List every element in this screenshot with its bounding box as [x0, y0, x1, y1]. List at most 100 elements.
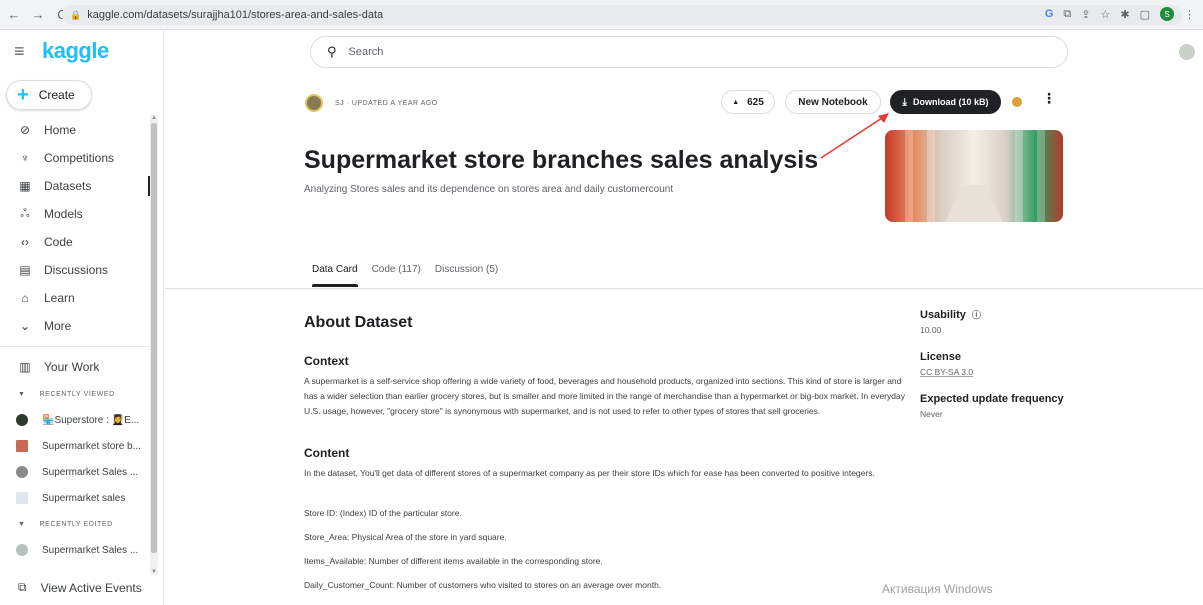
- dataset-thumbnail: [16, 466, 28, 478]
- caret-down-icon: ▼: [18, 390, 26, 398]
- tab-data-card[interactable]: Data Card: [312, 264, 358, 287]
- code-icon: ‹›: [21, 235, 29, 249]
- scrollbar-thumb[interactable]: [151, 123, 157, 553]
- models-icon: ஃ: [20, 206, 30, 220]
- daily-customer-text: Daily_Customer_Count: Number of customer…: [304, 580, 662, 590]
- graduation-cap-icon: ⌂: [21, 291, 29, 305]
- section-label: RECENTLY VIEWED: [39, 390, 115, 398]
- sidebar-item-label: Models: [44, 207, 83, 221]
- forward-arrow-icon[interactable]: →: [28, 7, 48, 22]
- sidebar-item-your-work[interactable]: ▥ Your Work: [0, 353, 150, 381]
- sidebar-scrollbar[interactable]: ▲ ▼: [150, 115, 158, 575]
- browser-menu-icon[interactable]: ⋮: [1184, 8, 1195, 21]
- sidebar-item-home[interactable]: ⊘ Home: [0, 116, 150, 144]
- more-options-icon[interactable]: ⋮: [1042, 90, 1056, 107]
- upvote-count: 625: [747, 96, 764, 108]
- dataset-title: Supermarket store branches sales analysi…: [304, 146, 819, 174]
- about-heading: About Dataset: [304, 314, 413, 331]
- info-icon[interactable]: ⓘ: [972, 308, 981, 321]
- chevron-down-icon: ⌄: [19, 319, 31, 333]
- extension-icons: G ⧉ ⇪ ☆ ✱ ▢ S ⋮: [1045, 7, 1195, 21]
- recent-item[interactable]: Supermarket Sales ...: [0, 459, 150, 485]
- address-bar[interactable]: 🔒 kaggle.com/datasets/surajjha101/stores…: [62, 5, 1182, 25]
- events-icon: ⧉: [18, 580, 27, 594]
- sidebar-item-label: Discussions: [44, 263, 109, 277]
- recently-edited-header[interactable]: ▼ RECENTLY EDITED: [0, 511, 150, 537]
- license-label: License: [920, 351, 961, 363]
- profile-avatar[interactable]: S: [1160, 7, 1174, 21]
- usability-value: 10.00: [920, 325, 942, 335]
- upvote-button[interactable]: ▲ 625: [721, 90, 775, 114]
- clipboard-icon: ▥: [19, 360, 31, 374]
- dataset-tabs: Data Card Code (117) Discussion (5): [312, 264, 498, 287]
- compass-icon: ⊘: [19, 123, 31, 137]
- recent-item[interactable]: 🏪Superstore : 👩‍🎓E...: [0, 407, 150, 433]
- metadata-panel: Usability ⓘ 10.00 License CC BY-SA 3.0 E…: [920, 308, 1080, 435]
- meta-text: SJ · UPDATED A YEAR AGO: [335, 99, 438, 107]
- divider: [0, 346, 150, 347]
- annotation-arrow: [820, 113, 889, 159]
- puzzle-icon[interactable]: ✱: [1120, 8, 1129, 21]
- sidebar-nav: ⊘ Home ♆ Competitions ▦ Datasets ஃ Model…: [0, 116, 150, 563]
- extension-icon[interactable]: ⧉: [1063, 8, 1071, 21]
- items-available-text: Items_Available: Number of different ite…: [304, 556, 603, 566]
- usability-label: Usability ⓘ: [920, 308, 1080, 321]
- content-text: In the dataset, You'll get data of diffe…: [304, 468, 875, 478]
- tab-code[interactable]: Code (117): [372, 264, 421, 287]
- recent-item-label: Supermarket store b...: [42, 440, 141, 452]
- author-avatar[interactable]: [305, 94, 323, 112]
- scroll-up-icon[interactable]: ▲: [151, 115, 157, 121]
- view-active-events[interactable]: ⧉ View Active Events: [18, 580, 142, 595]
- create-button[interactable]: + Create: [6, 80, 92, 110]
- search-input[interactable]: ⚲ Search: [310, 36, 1068, 68]
- download-button[interactable]: ⤓ Download (10 kB): [890, 90, 1001, 114]
- sidebar-item-label: Learn: [44, 291, 75, 305]
- dataset-meta: SJ · UPDATED A YEAR AGO: [305, 94, 438, 112]
- context-text: A supermarket is a self-service shop off…: [304, 376, 905, 416]
- sidebar-item-datasets[interactable]: ▦ Datasets: [0, 172, 150, 200]
- recent-item[interactable]: Supermarket store b...: [0, 433, 150, 459]
- dataset-thumbnail: [16, 492, 28, 504]
- sidebar-item-more[interactable]: ⌄ More: [0, 312, 150, 340]
- share-icon[interactable]: ⇪: [1081, 8, 1090, 21]
- brand: ≡ kaggle: [14, 38, 109, 64]
- sidebar-item-competitions[interactable]: ♆ Competitions: [0, 144, 150, 172]
- update-frequency-label: Expected update frequency: [920, 393, 1064, 405]
- user-avatar[interactable]: [1179, 44, 1195, 60]
- google-icon[interactable]: G: [1045, 8, 1054, 20]
- recently-viewed-header[interactable]: ▼ RECENTLY VIEWED: [0, 381, 150, 407]
- search-placeholder: Search: [348, 46, 384, 58]
- sidebar-item-discussions[interactable]: ▤ Discussions: [0, 256, 150, 284]
- context-heading: Context: [304, 354, 349, 368]
- recent-item[interactable]: Supermarket Sales ...: [0, 537, 150, 563]
- divider: [165, 288, 1203, 289]
- dataset-subtitle: Analyzing Stores sales and its dependenc…: [304, 184, 674, 195]
- trophy-icon: ♆: [20, 151, 30, 165]
- sidebar-item-label: Code: [44, 235, 73, 249]
- kaggle-logo[interactable]: kaggle: [42, 38, 109, 64]
- sidebar-item-models[interactable]: ஃ Models: [0, 200, 150, 228]
- notebook-thumbnail: [16, 544, 28, 556]
- sidebar-item-learn[interactable]: ⌂ Learn: [0, 284, 150, 312]
- sidebar: ≡ kaggle + Create ⊘ Home ♆ Competitions …: [0, 30, 164, 605]
- plus-icon: +: [17, 83, 29, 106]
- dataset-thumbnail: [16, 414, 28, 426]
- scroll-down-icon[interactable]: ▼: [151, 569, 157, 575]
- star-icon[interactable]: ☆: [1101, 8, 1111, 21]
- sidebar-item-code[interactable]: ‹› Code: [0, 228, 150, 256]
- sidebar-item-label: Home: [44, 123, 77, 137]
- sidepanel-icon[interactable]: ▢: [1140, 8, 1150, 21]
- license-link[interactable]: CC BY-SA 3.0: [920, 367, 1080, 377]
- content-heading: Content: [304, 446, 350, 460]
- download-label: Download (10 kB): [912, 97, 989, 107]
- recent-item[interactable]: Supermarket sales: [0, 485, 150, 511]
- store-id-text: Store ID: (Index) ID of the particular s…: [304, 508, 462, 518]
- back-arrow-icon[interactable]: ←: [4, 7, 24, 22]
- main-content: ⚲ Search SJ · UPDATED A YEAR AGO ▲ 625 N…: [165, 30, 1203, 605]
- sidebar-item-label: More: [44, 319, 72, 333]
- download-icon: ⤓: [902, 96, 907, 108]
- caret-down-icon: ▼: [18, 520, 26, 528]
- hamburger-icon[interactable]: ≡: [14, 41, 36, 62]
- tab-discussion[interactable]: Discussion (5): [435, 264, 498, 287]
- upvote-icon: ▲: [732, 98, 740, 106]
